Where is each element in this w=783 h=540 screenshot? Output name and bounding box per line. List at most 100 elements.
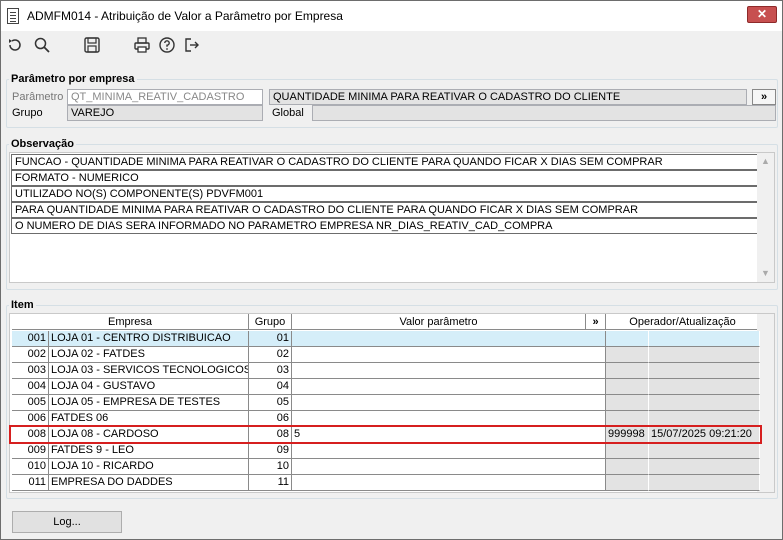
- global-field: [312, 105, 776, 121]
- cell-code: 003: [12, 363, 49, 379]
- cell-empresa: LOJA 05 - EMPRESA DE TESTES: [49, 395, 249, 411]
- global-label: Global: [272, 107, 304, 119]
- table-row[interactable]: 008 LOJA 08 - CARDOSO 08 5 999998 15/07/2025 …: [12, 427, 760, 443]
- column-header-empresa[interactable]: Empresa: [12, 314, 249, 330]
- cell-valor[interactable]: [292, 395, 606, 411]
- column-header-operador[interactable]: Operador/Atualização: [606, 314, 760, 330]
- cell-empresa: LOJA 03 - SERVICOS TECNOLOGICOS LT: [49, 363, 249, 379]
- cell-atualizacao: [649, 379, 760, 395]
- table-row[interactable]: 001 LOJA 01 - CENTRO DISTRIBUICAO 01: [12, 331, 760, 347]
- cell-grupo: 05: [249, 395, 292, 411]
- item-legend: Item: [11, 299, 34, 311]
- cell-grupo: 01: [249, 331, 292, 347]
- cell-grupo: 11: [249, 475, 292, 491]
- cell-operador: [606, 411, 649, 427]
- cell-grupo: 10: [249, 459, 292, 475]
- cell-code: 008: [12, 427, 49, 443]
- cell-empresa: FATDES 06: [49, 411, 249, 427]
- table-row[interactable]: 010 LOJA 10 - RICARDO 10: [12, 459, 760, 475]
- cell-operador: [606, 475, 649, 491]
- grupo-field: VAREJO: [67, 105, 263, 121]
- cell-atualizacao: [649, 475, 760, 491]
- observacao-textarea[interactable]: FUNCAO - QUANTIDADE MINIMA PARA REATIVAR…: [9, 152, 775, 283]
- cell-valor[interactable]: [292, 475, 606, 491]
- observacao-line: PARA QUANTIDADE MINIMA PARA REATIVAR O C…: [11, 202, 762, 218]
- form-icon: [7, 8, 19, 24]
- cell-empresa: EMPRESA DO DADDES: [49, 475, 249, 491]
- parametro-description: QUANTIDADE MINIMA PARA REATIVAR O CADAST…: [269, 89, 747, 105]
- cell-valor[interactable]: [292, 411, 606, 427]
- cell-operador: [606, 379, 649, 395]
- cell-empresa: LOJA 04 - GUSTAVO: [49, 379, 249, 395]
- cell-valor[interactable]: [292, 363, 606, 379]
- cell-atualizacao: 15/07/2025 09:21:20: [649, 427, 760, 443]
- column-header-grupo[interactable]: Grupo: [249, 314, 292, 330]
- exit-icon[interactable]: [182, 35, 202, 55]
- cell-valor[interactable]: [292, 331, 606, 347]
- cell-grupo: 03: [249, 363, 292, 379]
- cell-operador: [606, 443, 649, 459]
- main-window: ADMFM014 - Atribuição de Valor a Parâmet…: [0, 0, 783, 540]
- scroll-up-icon[interactable]: ▲: [757, 153, 774, 170]
- cell-valor[interactable]: [292, 347, 606, 363]
- log-button[interactable]: Log...: [12, 511, 122, 533]
- cell-grupo: 09: [249, 443, 292, 459]
- parametro-label: Parâmetro: [12, 91, 64, 103]
- cell-empresa: LOJA 02 - FATDES: [49, 347, 249, 363]
- cell-operador: 999998: [606, 427, 649, 443]
- cell-code: 001: [12, 331, 49, 347]
- table-row[interactable]: 011 EMPRESA DO DADDES 11: [12, 475, 760, 491]
- observacao-line: FUNCAO - QUANTIDADE MINIMA PARA REATIVAR…: [11, 154, 762, 170]
- parametro-field[interactable]: QT_MINIMA_REATIV_CADASTRO: [67, 89, 263, 105]
- cell-atualizacao: [649, 331, 760, 347]
- observacao-legend: Observação: [11, 138, 74, 150]
- search-icon[interactable]: [32, 35, 52, 55]
- cell-grupo: 04: [249, 379, 292, 395]
- cell-empresa: LOJA 10 - RICARDO: [49, 459, 249, 475]
- cell-atualizacao: [649, 459, 760, 475]
- cell-grupo: 08: [249, 427, 292, 443]
- scroll-down-icon[interactable]: ▼: [757, 265, 774, 282]
- cell-operador: [606, 331, 649, 347]
- cell-code: 009: [12, 443, 49, 459]
- table-row[interactable]: 004 LOJA 04 - GUSTAVO 04: [12, 379, 760, 395]
- column-header-valor[interactable]: Valor parâmetro: [292, 314, 586, 330]
- cell-operador: [606, 459, 649, 475]
- save-icon[interactable]: [82, 35, 102, 55]
- observacao-line: UTILIZADO NO(S) COMPONENTE(S) PDVFM001: [11, 186, 762, 202]
- grupo-label: Grupo: [12, 107, 43, 119]
- cell-code: 005: [12, 395, 49, 411]
- cell-code: 004: [12, 379, 49, 395]
- cell-grupo: 02: [249, 347, 292, 363]
- cell-operador: [606, 395, 649, 411]
- table-row[interactable]: 002 LOJA 02 - FATDES 02: [12, 347, 760, 363]
- observacao-scrollbar[interactable]: ▲ ▼: [757, 153, 774, 282]
- parametro-more-button[interactable]: »: [752, 89, 776, 105]
- cell-code: 006: [12, 411, 49, 427]
- table-row[interactable]: 006 FATDES 06 06: [12, 411, 760, 427]
- help-icon[interactable]: [157, 35, 177, 55]
- refresh-icon[interactable]: [5, 35, 25, 55]
- cell-grupo: 06: [249, 411, 292, 427]
- item-grid: Empresa Grupo Valor parâmetro » Operador…: [9, 313, 775, 493]
- toolbar: [1, 31, 782, 61]
- table-row[interactable]: 003 LOJA 03 - SERVICOS TECNOLOGICOS LT 03: [12, 363, 760, 379]
- window-title: ADMFM014 - Atribuição de Valor a Parâmet…: [27, 9, 343, 23]
- cell-atualizacao: [649, 411, 760, 427]
- parametro-legend: Parâmetro por empresa: [11, 73, 135, 85]
- cell-valor[interactable]: [292, 379, 606, 395]
- column-header-more[interactable]: »: [586, 314, 606, 330]
- cell-code: 010: [12, 459, 49, 475]
- cell-operador: [606, 347, 649, 363]
- cell-atualizacao: [649, 363, 760, 379]
- table-row[interactable]: 009 FATDES 9 - LEO 09: [12, 443, 760, 459]
- cell-valor[interactable]: [292, 459, 606, 475]
- print-icon[interactable]: [132, 35, 152, 55]
- cell-valor[interactable]: [292, 443, 606, 459]
- cell-atualizacao: [649, 395, 760, 411]
- cell-operador: [606, 363, 649, 379]
- close-button[interactable]: ✕: [747, 6, 777, 23]
- cell-valor[interactable]: 5: [292, 427, 606, 443]
- cell-code: 002: [12, 347, 49, 363]
- table-row[interactable]: 005 LOJA 05 - EMPRESA DE TESTES 05: [12, 395, 760, 411]
